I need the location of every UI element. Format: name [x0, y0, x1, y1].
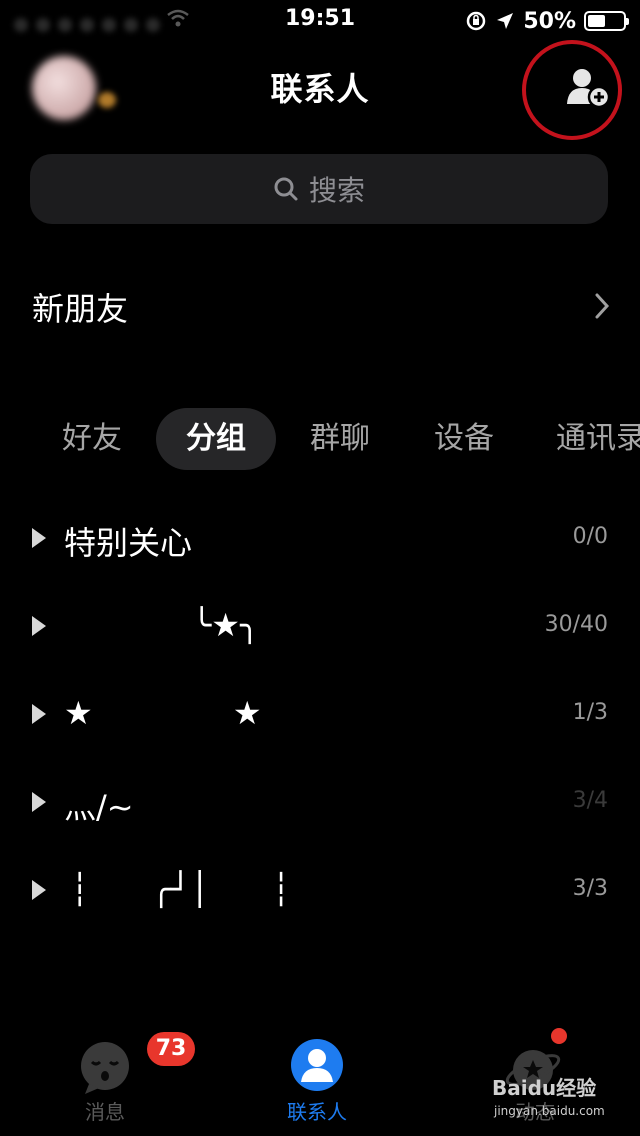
orientation-lock-icon — [467, 11, 486, 31]
group-count: 0/0 — [572, 524, 608, 549]
search-bar[interactable]: 搜索 — [30, 154, 608, 224]
feeds-notification-dot — [551, 1028, 567, 1044]
chevron-right-icon — [595, 293, 610, 319]
watermark-logo: Baidu经验 — [492, 1076, 597, 1100]
add-contact-icon — [567, 69, 611, 109]
tab-address-book[interactable]: 通讯录 — [556, 408, 640, 470]
group-count: 30/40 — [544, 612, 608, 637]
contacts-icon — [291, 1039, 343, 1091]
group-name: ╰★╮ — [192, 606, 260, 644]
group-name: 特别关心 — [64, 524, 193, 562]
messages-icon — [81, 1042, 129, 1094]
group-count: 3/4 — [572, 788, 608, 813]
tab-friends[interactable]: 好友 — [40, 408, 144, 470]
search-icon — [274, 177, 298, 201]
expand-triangle-icon — [32, 528, 46, 548]
nav-contacts[interactable]: 联系人 — [237, 1020, 397, 1136]
nav-messages-label: 消息 — [85, 1100, 125, 1124]
watermark-url: jingyan.baidu.com — [494, 1104, 605, 1118]
nav-contacts-label: 联系人 — [287, 1100, 347, 1124]
group-count: 1/3 — [572, 700, 608, 725]
contact-tabs: 好友 分组 群聊 设备 通讯录 — [0, 408, 640, 474]
group-row[interactable]: 特别关心 0/0 — [0, 498, 640, 586]
battery-icon — [584, 11, 629, 31]
group-name: ★ ★ — [64, 694, 262, 732]
tab-group-chats[interactable]: 群聊 — [290, 408, 390, 470]
status-bar: 19:51 50% — [0, 0, 640, 42]
tab-groups[interactable]: 分组 — [156, 408, 276, 470]
expand-triangle-icon — [32, 704, 46, 724]
unread-badge: 73 — [147, 1032, 195, 1066]
group-row[interactable]: ╰★╮ 30/40 — [0, 586, 640, 674]
new-friends-row[interactable]: 新朋友 — [0, 264, 640, 348]
new-friends-label: 新朋友 — [32, 290, 129, 328]
group-row[interactable]: 灬/~ 3/4 — [0, 762, 640, 850]
group-count: 3/3 — [572, 876, 608, 901]
expand-triangle-icon — [32, 792, 46, 812]
location-arrow-icon — [497, 13, 514, 29]
add-contact-button[interactable] — [522, 40, 622, 140]
nav-messages[interactable]: 73 消息 — [25, 1020, 195, 1136]
group-name: 灬/~ — [64, 788, 134, 826]
group-row[interactable]: ┆ ╭┘│ ┆ 3/3 — [0, 850, 640, 938]
tab-devices[interactable]: 设备 — [414, 408, 514, 470]
expand-triangle-icon — [32, 880, 46, 900]
search-placeholder: 搜索 — [308, 174, 365, 207]
group-row[interactable]: ★ ★ 1/3 — [0, 674, 640, 762]
expand-triangle-icon — [32, 616, 46, 636]
group-name: ┆ ╭┘│ ┆ — [70, 870, 291, 908]
battery-percentage: 50% — [523, 8, 576, 34]
